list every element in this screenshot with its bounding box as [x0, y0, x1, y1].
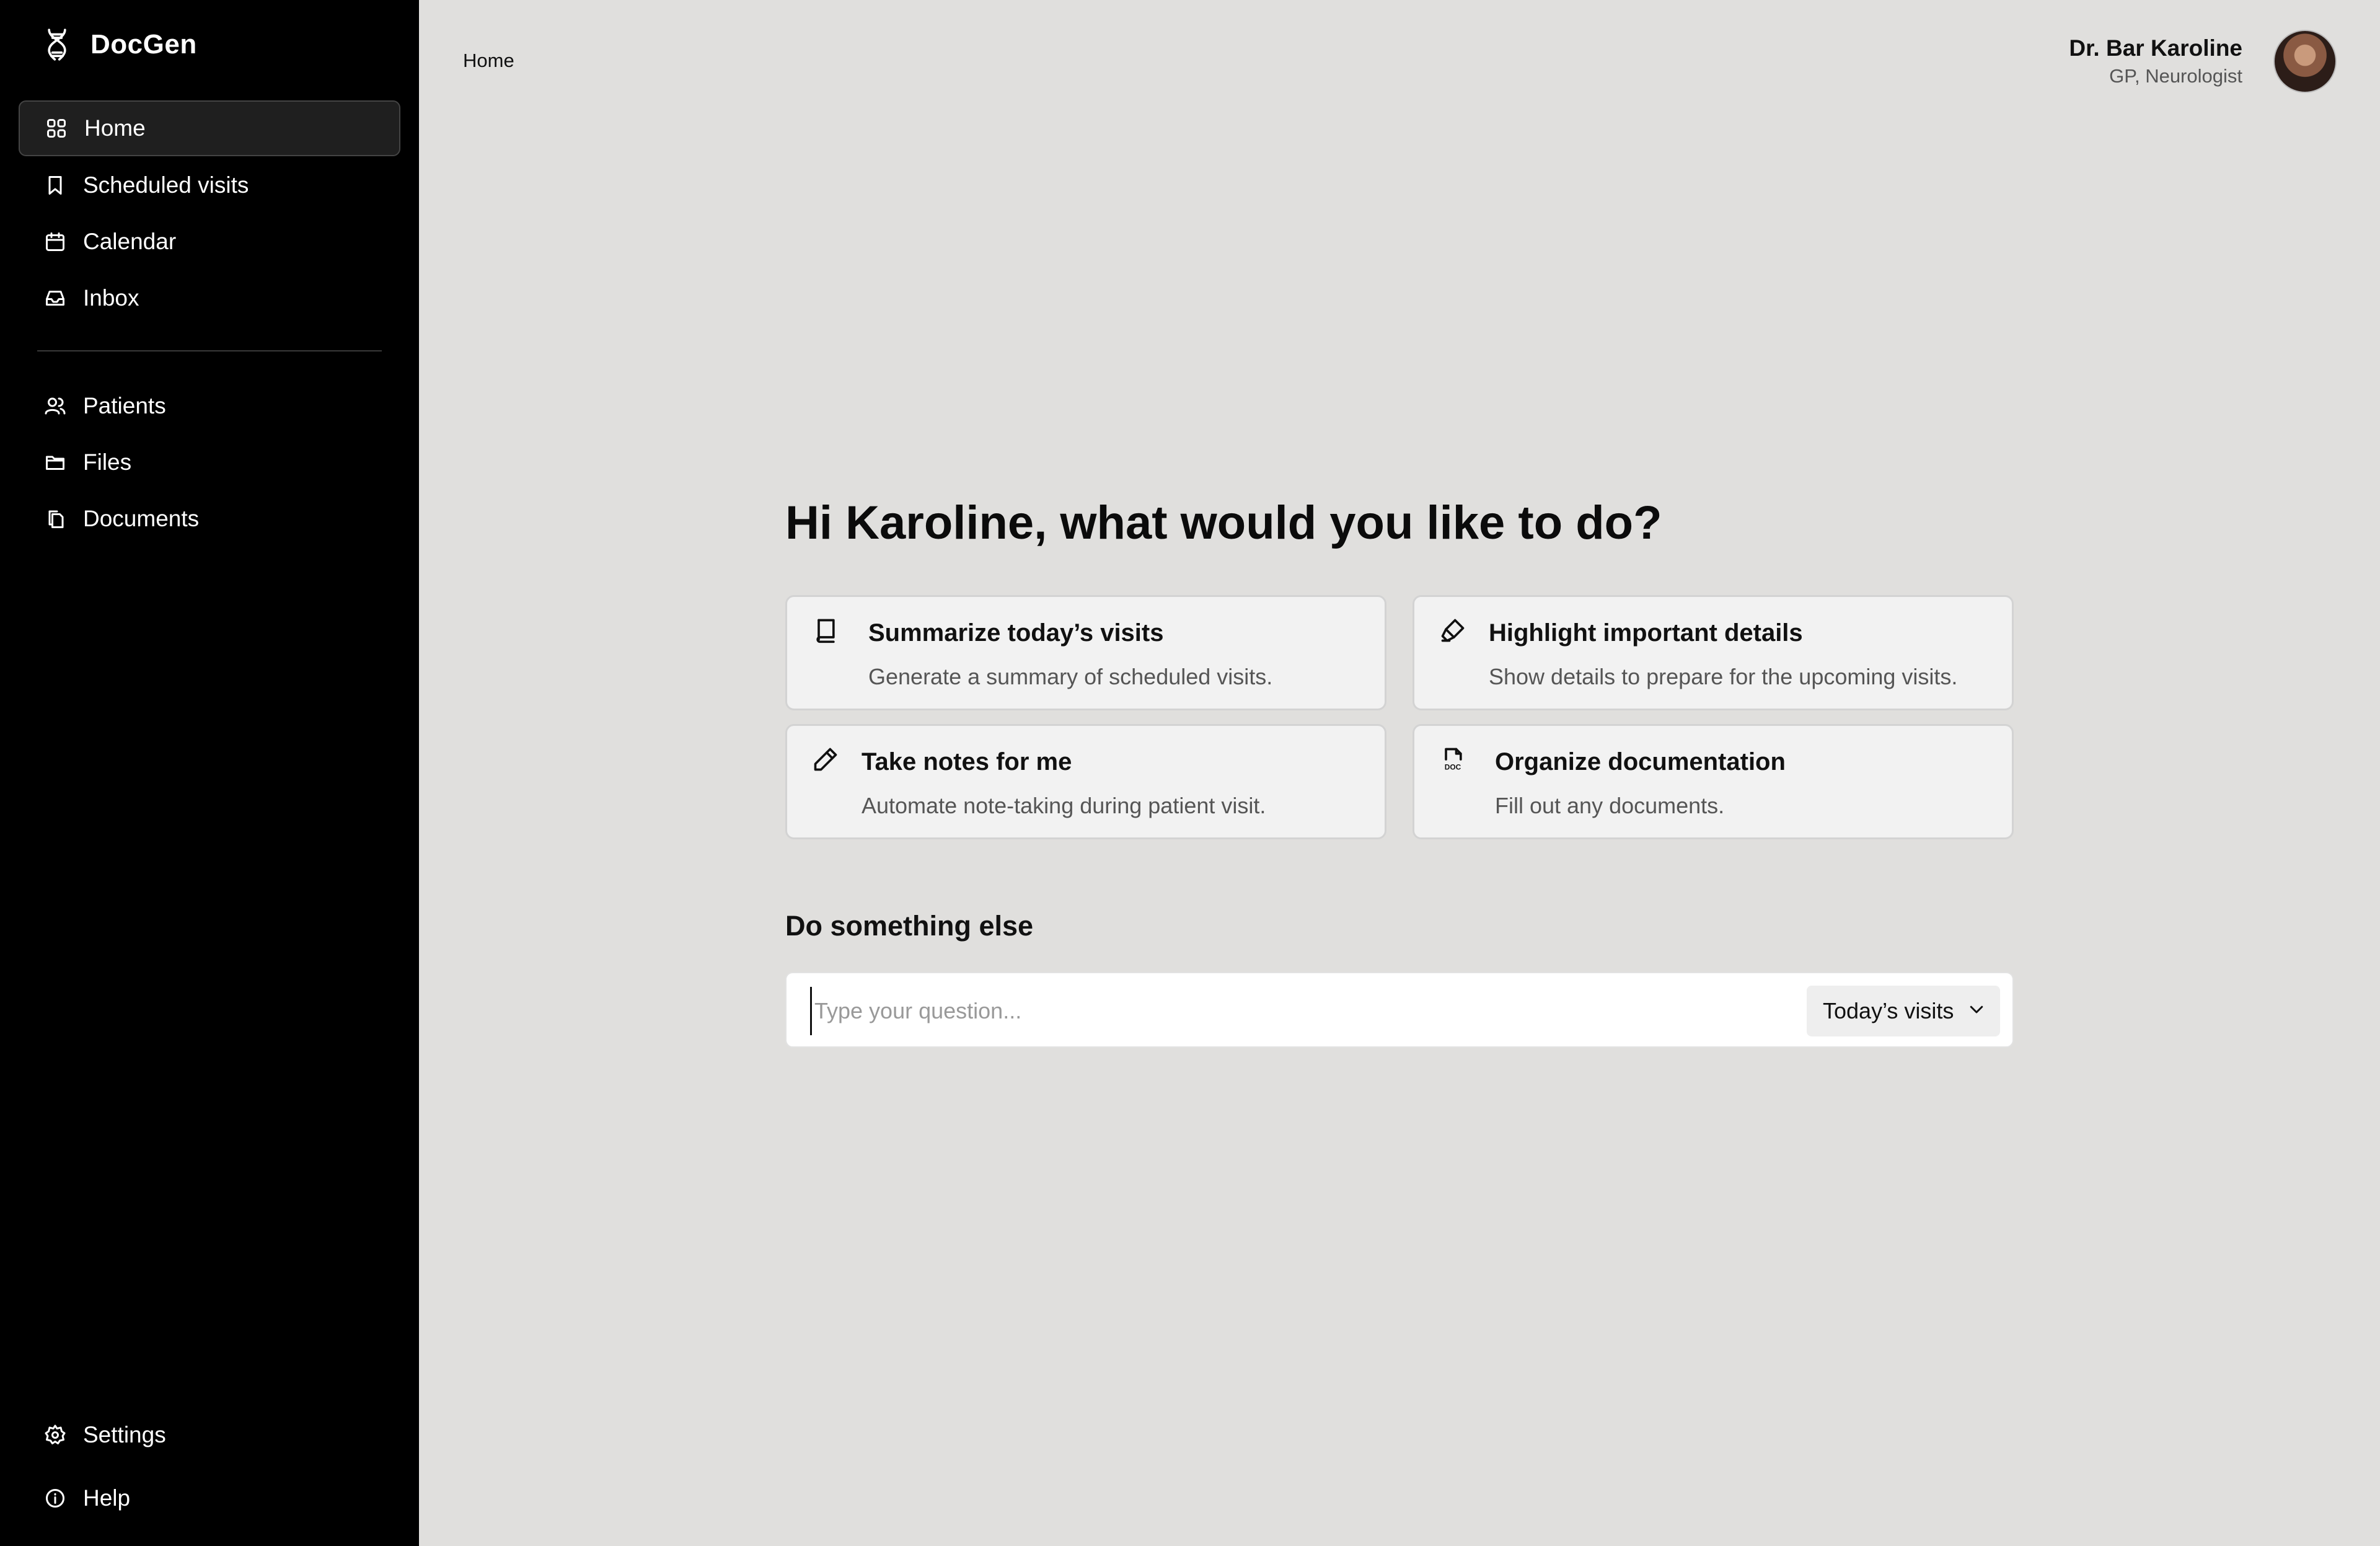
sidebar-item-label: Inbox	[83, 285, 139, 311]
sidebar-item-inbox[interactable]: Inbox	[19, 270, 400, 326]
breadcrumb[interactable]: Home	[463, 50, 514, 72]
section-title: Do something else	[785, 910, 1034, 942]
documents-icon	[43, 507, 67, 531]
sidebar-item-label: Settings	[83, 1422, 166, 1447]
sidebar-item-label: Calendar	[83, 229, 177, 254]
page-title: Hi Karoline, what would you like to do?	[785, 497, 1662, 549]
sidebar-item-calendar[interactable]: Calendar	[19, 214, 400, 270]
svg-text:DOC: DOC	[1445, 763, 1461, 772]
sidebar-item-label: Help	[83, 1485, 131, 1511]
sidebar-item-scheduled-visits[interactable]: Scheduled visits	[19, 157, 400, 213]
user-profile[interactable]: Dr. Bar Karoline GP, Neurologist	[2069, 30, 2337, 93]
sidebar-item-label: Patients	[83, 393, 166, 418]
info-icon	[43, 1486, 67, 1510]
scope-dropdown-value: Today’s visits	[1823, 998, 1954, 1023]
card-title: Organize documentation	[1495, 748, 1786, 775]
sidebar-item-patients[interactable]: Patients	[19, 378, 400, 434]
card-subtitle: Show details to prepare for the upcoming…	[1489, 664, 1958, 689]
grid-icon	[45, 117, 68, 140]
avatar[interactable]	[2273, 30, 2337, 93]
dna-logo-icon	[41, 26, 73, 63]
calendar-icon	[43, 230, 67, 254]
question-box: Today’s visits	[785, 972, 2014, 1048]
app-name: DocGen	[90, 29, 197, 60]
highlighter-icon	[1439, 617, 1466, 644]
card-subtitle: Fill out any documents.	[1495, 793, 1725, 818]
card-organize-documentation[interactable]: DOC Organize documentation Fill out any …	[1413, 724, 2014, 839]
user-name: Dr. Bar Karoline	[2069, 35, 2242, 61]
card-take-notes[interactable]: Take notes for me Automate note-taking d…	[785, 724, 1386, 839]
card-highlight-details[interactable]: Highlight important details Show details…	[1413, 595, 2014, 710]
bookmark-icon	[43, 174, 67, 197]
sidebar-divider	[37, 350, 382, 351]
inbox-icon	[43, 286, 67, 310]
pencil-icon	[812, 746, 839, 773]
scope-dropdown[interactable]: Today’s visits	[1807, 986, 2000, 1036]
sidebar: DocGen Home Scheduled visits Calendar In…	[0, 0, 419, 1546]
sidebar-item-settings[interactable]: Settings	[19, 1407, 400, 1463]
sidebar-item-label: Home	[84, 115, 146, 141]
sidebar-item-label: Documents	[83, 506, 200, 531]
card-subtitle: Automate note-taking during patient visi…	[862, 793, 1266, 818]
card-title: Take notes for me	[862, 748, 1072, 775]
sidebar-item-files[interactable]: Files	[19, 435, 400, 490]
card-title: Summarize today’s visits	[868, 619, 1164, 647]
sidebar-item-home[interactable]: Home	[19, 100, 400, 156]
users-icon	[43, 394, 67, 418]
sidebar-item-help[interactable]: Help	[19, 1470, 400, 1526]
user-info: Dr. Bar Karoline GP, Neurologist	[2069, 35, 2242, 87]
sidebar-item-documents[interactable]: Documents	[19, 491, 400, 547]
folder-icon	[43, 451, 67, 474]
sidebar-item-label: Files	[83, 449, 132, 475]
book-icon	[812, 617, 839, 644]
brand[interactable]: DocGen	[41, 25, 197, 64]
user-role: GP, Neurologist	[2109, 65, 2242, 87]
gear-icon	[43, 1423, 67, 1447]
question-input[interactable]	[810, 987, 1765, 1035]
app-root: DocGen Home Scheduled visits Calendar In…	[0, 0, 2380, 1546]
doc-file-icon: DOC	[1439, 746, 1466, 773]
card-subtitle: Generate a summary of scheduled visits.	[868, 664, 1273, 689]
card-title: Highlight important details	[1489, 619, 1803, 647]
chevron-down-icon	[1967, 998, 1986, 1024]
sidebar-item-label: Scheduled visits	[83, 172, 249, 198]
card-summarize-visits[interactable]: Summarize today’s visits Generate a summ…	[785, 595, 1386, 710]
